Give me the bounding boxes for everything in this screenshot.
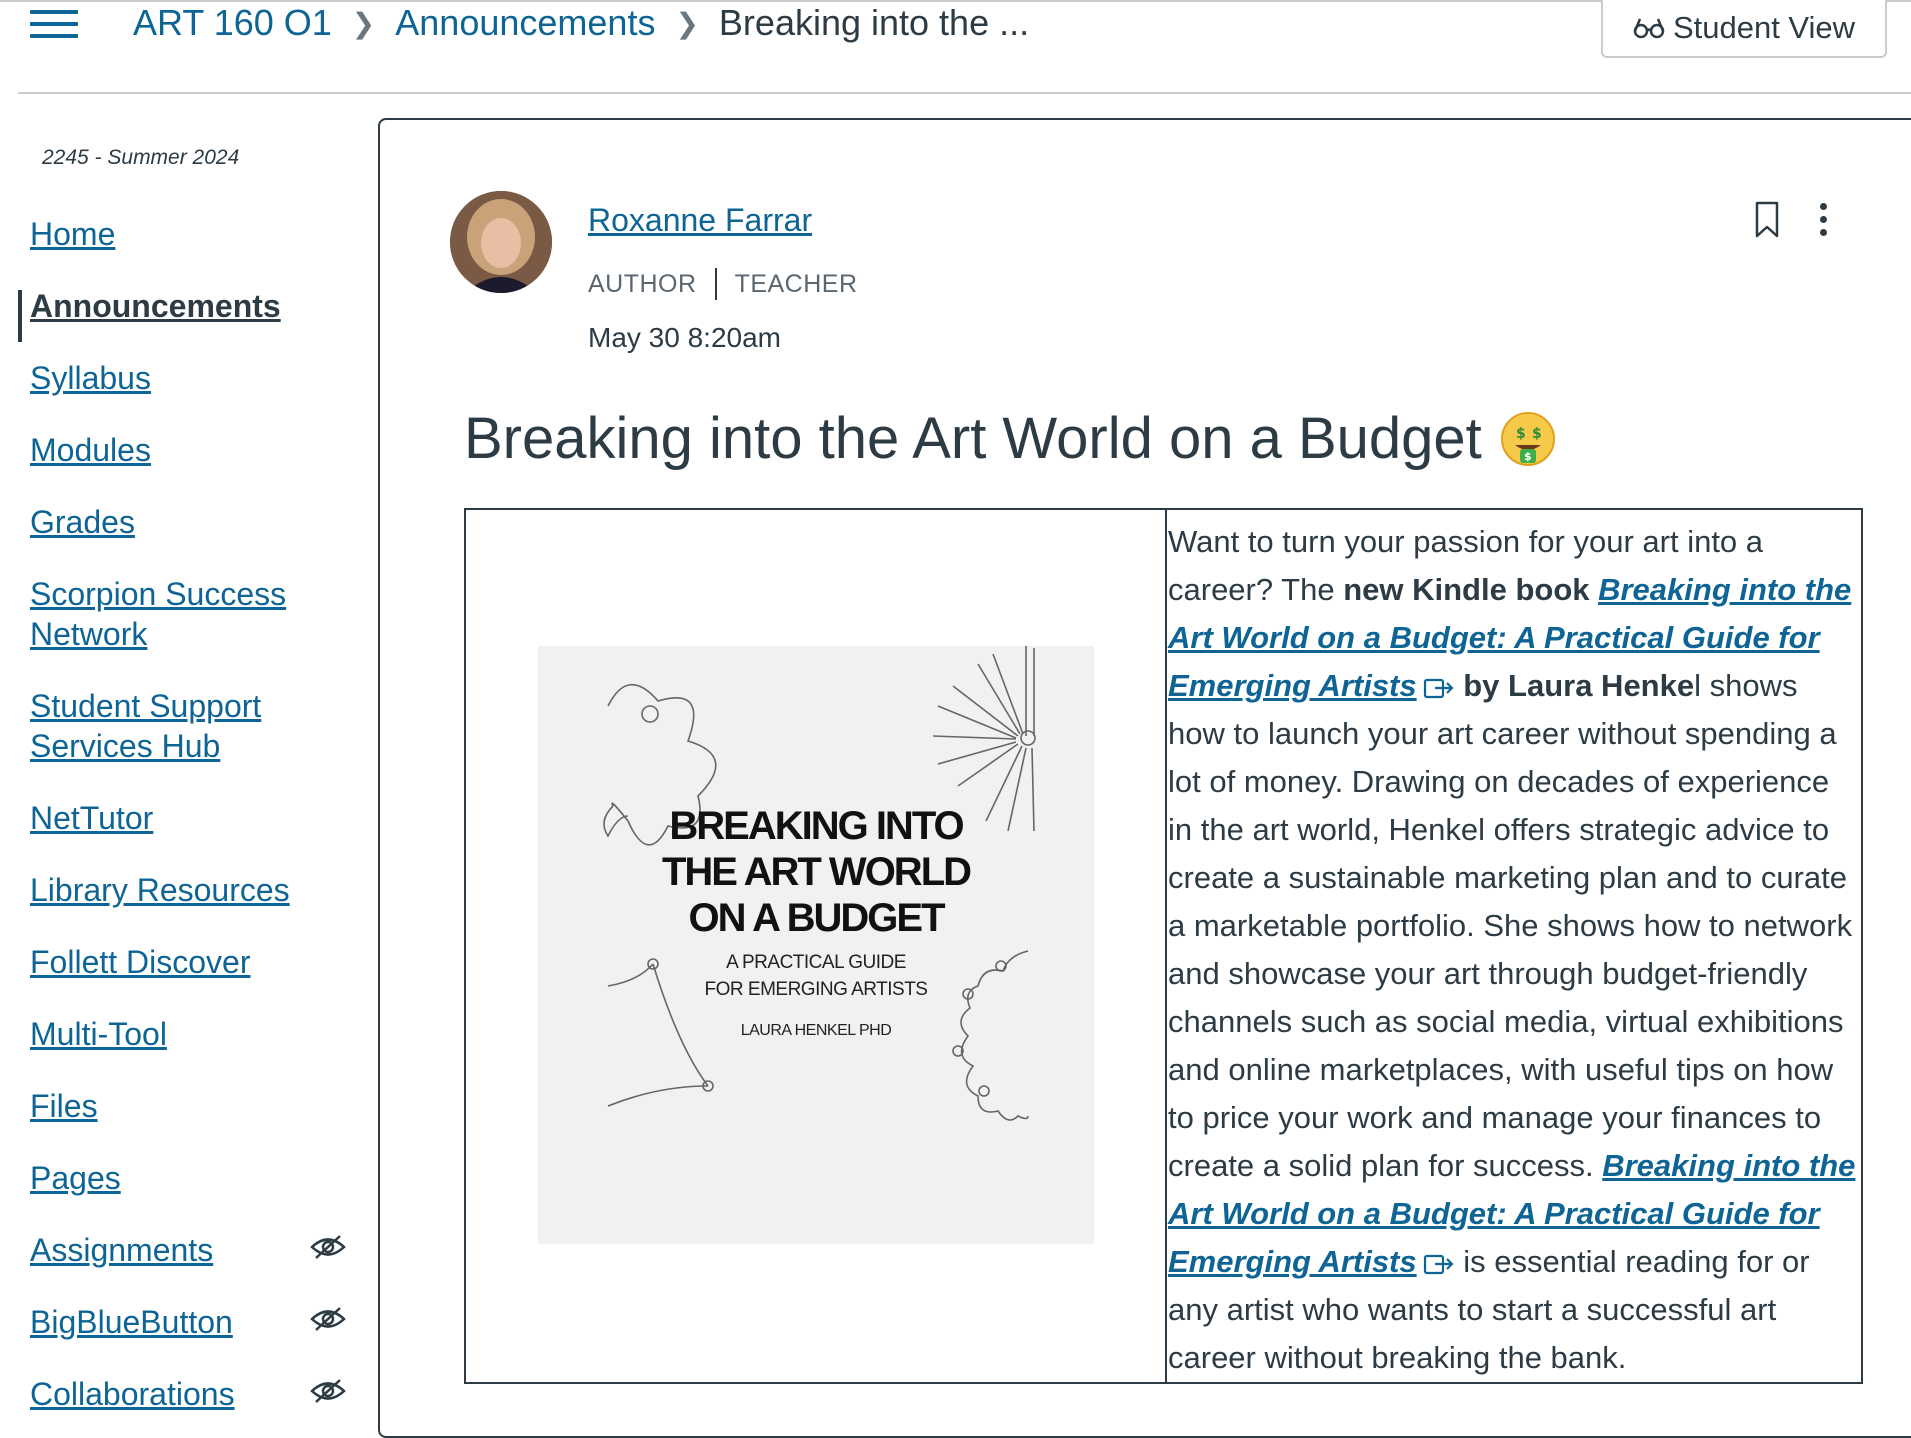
nav-item-bigbluebutton: BigBlueButton [30,1302,350,1342]
chevron-right-icon: ❯ [351,7,376,39]
nav-item-library: Library Resources [30,870,350,910]
cover-title-line-1: BREAKING INTO [669,804,964,848]
money-mouth-face-icon: $ $ $ [1500,411,1556,467]
role-divider [714,268,717,300]
cover-title-line-3: ON A BUDGET [688,896,945,940]
top-bar: ART 160 O1 ❯ Announcements ❯ Breaking in… [0,0,1911,94]
nav-item-modules: Modules [30,430,350,470]
nav-link-scorpion-success[interactable]: Scorpion Success Network [30,576,286,652]
nav-item-multi-tool: Multi-Tool [30,1014,350,1054]
student-view-button[interactable]: Student View [1601,0,1887,58]
svg-text:$: $ [1516,426,1526,442]
nav-link-multi-tool[interactable]: Multi-Tool [30,1016,167,1052]
svg-text:$: $ [1532,426,1542,442]
cover-subtitle-line-1: A PRACTICAL GUIDE [726,952,906,973]
active-nav-indicator [18,290,22,342]
kebab-icon[interactable] [1812,200,1836,240]
nav-item-syllabus: Syllabus [30,358,350,398]
nav-link-files[interactable]: Files [30,1088,98,1124]
cover-title-line-2: THE ART WORLD [661,850,972,894]
author-avatar[interactable] [450,191,552,293]
nav-item-nettutor: NetTutor [30,798,350,838]
nav-item-grades: Grades [30,502,350,542]
cover-subtitle-line-2: FOR EMERGING ARTISTS [704,979,928,1000]
nav-item-scorpion-success: Scorpion Success Network [30,574,300,654]
eye-slash-icon [310,1235,346,1259]
nav-item-home: Home [30,214,350,254]
body-text-author: by Laura Henke [1454,668,1695,703]
nav-link-pages[interactable]: Pages [30,1160,121,1196]
book-cover-doodles [603,646,1036,1121]
body-text-kindle: new Kindle book [1343,572,1599,607]
nav-item-follett: Follett Discover [30,942,350,982]
breadcrumb-current: Breaking into the ... [718,2,1030,43]
nav-link-library[interactable]: Library Resources [30,872,290,908]
glasses-icon [1633,16,1665,40]
nav-item-assignments: Assignments [30,1230,350,1270]
header-divider [18,92,1911,94]
role-teacher: TEACHER [734,269,858,298]
breadcrumb: ART 160 O1 ❯ Announcements ❯ Breaking in… [133,0,1029,46]
nav-link-syllabus[interactable]: Syllabus [30,360,151,396]
body-text-description: l shows how to launch your art career wi… [1168,668,1853,1183]
breadcrumb-announcements[interactable]: Announcements [395,2,655,44]
external-link-icon [1423,678,1454,698]
table-column-divider [1165,510,1167,1382]
term-label: 2245 - Summer 2024 [42,146,240,169]
hamburger-icon[interactable] [30,6,78,42]
chevron-right-icon: ❯ [675,7,699,39]
post-title-text: Breaking into the Art World on a Budget [464,406,1482,471]
eye-slash-icon [310,1379,346,1403]
nav-link-follett[interactable]: Follett Discover [30,944,251,980]
svg-text:$: $ [1524,450,1532,463]
nav-link-collaborations[interactable]: Collaborations [30,1376,235,1412]
eye-slash-icon [310,1307,346,1331]
nav-link-announcements[interactable]: Announcements [30,288,281,324]
post-title: Breaking into the Art World on a Budget … [464,405,1556,472]
external-link-icon [1423,1254,1454,1274]
post-date: May 30 8:20am [588,322,781,353]
nav-link-student-support[interactable]: Student Support Services Hub [30,688,261,764]
nav-link-nettutor[interactable]: NetTutor [30,800,153,836]
author-roles: AUTHOR TEACHER [588,268,858,300]
nav-item-files: Files [30,1086,350,1126]
nav-link-modules[interactable]: Modules [30,432,151,468]
nav-link-assignments[interactable]: Assignments [30,1232,213,1268]
student-view-label: Student View [1672,10,1856,45]
nav-item-student-support: Student Support Services Hub [30,686,300,766]
book-cover-image: BREAKING INTO THE ART WORLD ON A BUDGET … [538,646,1094,1244]
nav-link-home[interactable]: Home [30,216,115,252]
bookmark-icon[interactable] [1752,200,1782,240]
author-name-link[interactable]: Roxanne Farrar [588,202,812,239]
nav-item-pages: Pages [30,1158,350,1198]
post-body-text: Want to turn your passion for your art i… [1168,518,1860,1382]
nav-item-announcements: Announcements [30,286,350,326]
breadcrumb-course[interactable]: ART 160 O1 [133,2,332,44]
role-author: AUTHOR [588,269,697,298]
cover-author: LAURA HENKEL PHD [740,1022,892,1039]
nav-link-grades[interactable]: Grades [30,504,135,540]
nav-item-collaborations: Collaborations [30,1374,350,1414]
nav-link-bigbluebutton[interactable]: BigBlueButton [30,1304,233,1340]
